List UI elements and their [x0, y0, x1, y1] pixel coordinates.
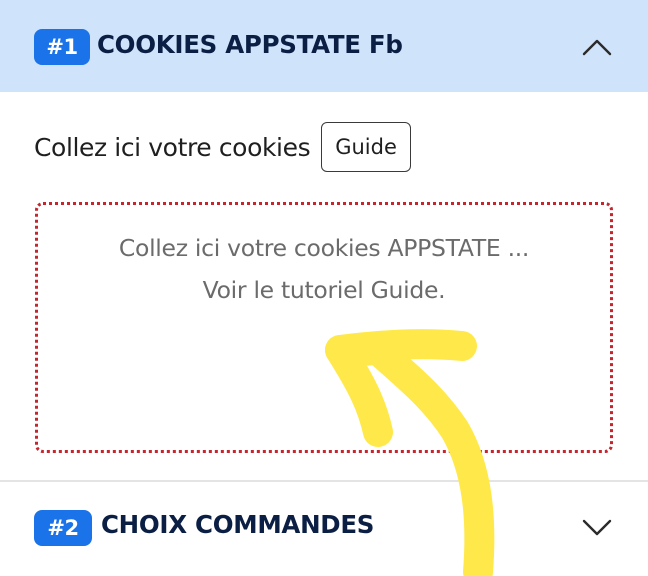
textarea-placeholder-line-2: Voir le tutoriel Guide. — [202, 276, 446, 304]
textarea-placeholder-line-1: Collez ici votre cookies APPSTATE ... — [118, 234, 530, 262]
cookies-textarea[interactable]: Collez ici votre cookies APPSTATE ... Vo… — [35, 202, 613, 453]
section-title: CHOIX COMMANDES — [101, 510, 375, 539]
cookies-field-label: Collez ici votre cookies — [34, 132, 311, 162]
section-header-commandes[interactable]: #2 CHOIX COMMANDES — [0, 480, 648, 576]
app-frame: #1 COOKIES APPSTATE Fb Collez ici votre … — [0, 0, 648, 576]
section-header-cookies[interactable]: #1 COOKIES APPSTATE Fb — [0, 0, 648, 92]
guide-button[interactable]: Guide — [321, 122, 411, 172]
section-number-badge: #2 — [34, 510, 92, 546]
chevron-down-icon[interactable] — [582, 519, 612, 537]
chevron-up-icon[interactable] — [582, 38, 612, 56]
section-title: COOKIES APPSTATE Fb — [97, 30, 403, 59]
cookies-label-row: Collez ici votre cookies Guide — [34, 121, 411, 173]
section-number-badge: #1 — [34, 29, 90, 65]
